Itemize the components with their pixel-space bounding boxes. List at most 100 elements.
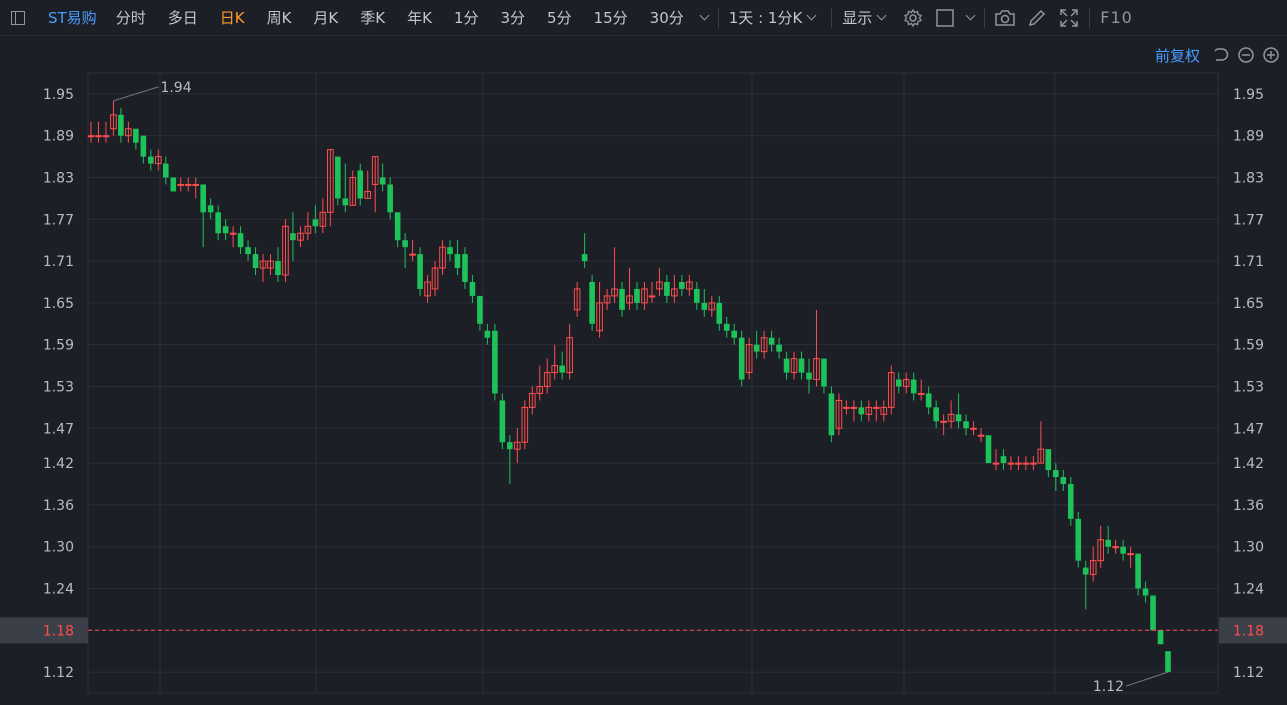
candle	[940, 414, 947, 436]
candle-body	[379, 177, 386, 185]
candle-body	[933, 407, 939, 422]
candle-body	[850, 406, 858, 409]
candle	[87, 121, 95, 143]
intraday-select-label: 1天 : 1分K	[728, 9, 803, 27]
candle	[357, 163, 364, 206]
candle	[514, 428, 521, 464]
period-tab[interactable]: 日K	[209, 0, 256, 36]
pencil-icon[interactable]	[1026, 7, 1048, 29]
candle	[371, 156, 379, 213]
candle-body	[858, 407, 865, 415]
candle-body	[753, 344, 760, 352]
toolbar-divider	[831, 7, 833, 28]
period-tab[interactable]: 15分	[583, 0, 639, 36]
candle	[521, 400, 529, 450]
candle-body	[992, 462, 1000, 465]
y-tick-label: 1.18	[1233, 623, 1264, 639]
candle	[484, 323, 491, 345]
period-tab[interactable]: 1分	[443, 0, 490, 36]
y-tick-label: 1.65	[1233, 296, 1264, 312]
candle-body	[917, 392, 925, 395]
candle	[1053, 463, 1059, 491]
display-menu[interactable]: 显示	[836, 7, 897, 28]
candle-body	[312, 219, 319, 227]
period-tab[interactable]: 分时	[105, 0, 157, 36]
camera-icon[interactable]	[994, 7, 1016, 29]
candle-body	[581, 254, 588, 262]
candle	[447, 240, 453, 262]
stock-name[interactable]: ST易购	[36, 7, 105, 28]
candle	[1112, 539, 1119, 554]
candle	[1082, 560, 1089, 610]
candle	[1127, 546, 1134, 568]
candle-body	[694, 288, 700, 303]
y-tick-label: 1.59	[43, 338, 74, 354]
candle	[245, 240, 251, 262]
candle	[237, 226, 244, 255]
y-tick-label: 1.24	[1233, 582, 1264, 598]
candle	[551, 344, 559, 380]
candle	[252, 247, 259, 276]
candle	[140, 135, 147, 164]
candle	[409, 240, 416, 262]
layout-box-icon[interactable]	[934, 7, 956, 29]
y-tick-label: 1.89	[43, 129, 74, 145]
candlestick-chart[interactable]: 1.95 1.89 1.83 1.77 1.71 1.65 1.59 1.53 1.47 1.42…	[0, 36, 1287, 705]
candle	[431, 261, 439, 296]
candle	[985, 435, 992, 464]
period-tab[interactable]: 30分	[639, 0, 695, 36]
candle	[177, 177, 185, 192]
candle-body	[738, 337, 745, 380]
candle	[686, 275, 693, 296]
f10-button[interactable]: F10	[1094, 8, 1139, 27]
candle	[970, 421, 977, 436]
period-tab[interactable]: 周K	[256, 0, 303, 36]
period-tab[interactable]: 季K	[349, 0, 396, 36]
candle	[753, 330, 760, 359]
intraday-select[interactable]: 1天 : 1分K	[723, 7, 828, 28]
candle-body	[1007, 462, 1015, 465]
y-tick-label: 1.36	[43, 498, 74, 514]
candle	[731, 323, 738, 345]
more-periods-chevron-icon[interactable]	[699, 10, 710, 21]
y-tick-label: 1.36	[1233, 498, 1264, 514]
candle	[379, 163, 386, 192]
candle	[603, 288, 611, 310]
candle-body	[170, 177, 177, 192]
candle	[694, 281, 700, 310]
candle-body	[1105, 539, 1111, 547]
min-price-label: 1.12	[1093, 679, 1124, 695]
period-tab[interactable]: 3分	[489, 0, 536, 36]
candle-body	[148, 156, 154, 164]
candle	[327, 149, 334, 227]
candle-body	[798, 358, 805, 373]
fullscreen-icon[interactable]	[1058, 7, 1080, 29]
period-tab[interactable]: 年K	[396, 0, 443, 36]
settings-gear-icon[interactable]	[902, 7, 924, 29]
candle-body	[1150, 595, 1156, 631]
candle	[887, 365, 895, 415]
candle	[910, 372, 917, 401]
candle	[469, 275, 476, 303]
chevron-down-icon[interactable]	[965, 10, 976, 21]
y-tick-label: 1.59	[1233, 338, 1264, 354]
period-tab[interactable]: 多日	[157, 0, 209, 36]
period-tab[interactable]: 月K	[302, 0, 349, 36]
sidebar-toggle-icon[interactable]	[0, 0, 36, 36]
candle-body	[394, 212, 401, 241]
candle-body	[492, 330, 498, 394]
candle-body	[192, 183, 200, 186]
candle-body	[821, 358, 827, 387]
candle-body	[1053, 470, 1059, 478]
candle-body	[237, 233, 244, 248]
candle-body	[184, 183, 192, 186]
period-tab[interactable]: 5分	[536, 0, 583, 36]
candle-body	[87, 135, 95, 138]
candle	[417, 247, 423, 296]
y-tick-label: 1.95	[43, 87, 74, 103]
candle-body	[477, 295, 483, 324]
candle	[1150, 595, 1156, 631]
candle-body	[925, 393, 932, 408]
candle-body	[1165, 651, 1171, 673]
candle	[1067, 477, 1074, 526]
